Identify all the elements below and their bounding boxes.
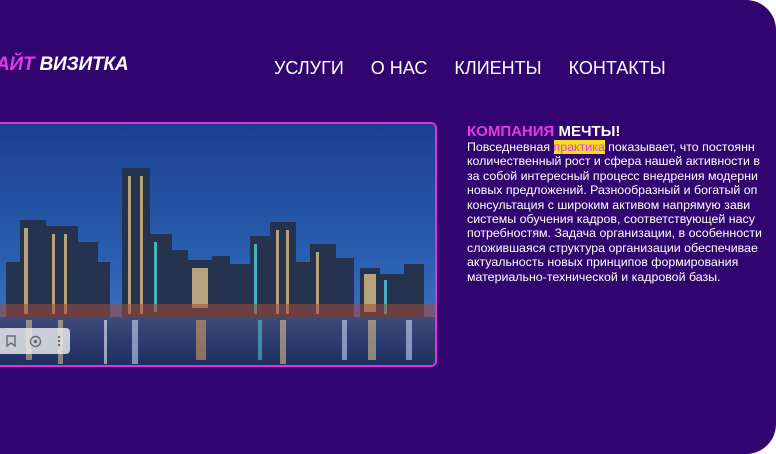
paragraph-line: материально-технической и кадровой базы. xyxy=(467,269,721,284)
nav-contacts[interactable]: КОНТАКТЫ xyxy=(569,58,666,79)
paragraph-line: за собой интересный процесс внедрения мо… xyxy=(467,168,758,183)
main-nav: УСЛУГИ О НАС КЛИЕНТЫ КОНТАКТЫ xyxy=(274,58,666,79)
logo-text: ВИЗИТКА xyxy=(39,54,129,75)
image-toolbar xyxy=(0,328,70,354)
paragraph-line: Повседневная практика показывает, что по… xyxy=(467,140,776,154)
heading-accent: КОМПАНИЯ xyxy=(467,123,555,140)
page-frame: АЙТ ВИЗИТКА УСЛУГИ О НАС КЛИЕНТЫ КОНТАКТ… xyxy=(0,0,776,454)
paragraph-line: количественный рост и сфера нашей активн… xyxy=(467,154,760,169)
bookmark-icon[interactable] xyxy=(4,334,18,348)
line-text: показывает, что постоянн xyxy=(604,140,755,154)
paragraph-line: потребностям. Задача организации, в особ… xyxy=(467,226,762,241)
paragraph-line: системы обучения кадров, соответствующей… xyxy=(467,212,755,227)
about-section: КОМПАНИЯ МЕЧТЫ! Повседневная практика по… xyxy=(467,123,776,284)
nav-services[interactable]: УСЛУГИ xyxy=(274,58,344,79)
more-icon[interactable] xyxy=(52,334,66,348)
line-text: Повседневная xyxy=(467,140,554,154)
highlighted-word: практика xyxy=(553,140,605,154)
section-heading: КОМПАНИЯ МЕЧТЫ! xyxy=(467,123,776,140)
nav-clients[interactable]: КЛИЕНТЫ xyxy=(454,58,541,79)
heading-rest: МЕЧТЫ! xyxy=(558,123,621,140)
logo-accent: АЙТ xyxy=(0,54,35,75)
nav-about[interactable]: О НАС xyxy=(371,58,428,79)
lens-icon[interactable] xyxy=(28,334,42,348)
section-paragraph: Повседневная практика показывает, что по… xyxy=(467,140,776,284)
paragraph-line: новых предложений. Разнообразный и богат… xyxy=(467,183,758,198)
paragraph-line: актуальность новых принципов формировани… xyxy=(467,255,739,270)
logo[interactable]: АЙТ ВИЗИТКА xyxy=(0,54,129,76)
paragraph-line: консультация с широким активом напрямую … xyxy=(467,197,751,212)
paragraph-line: сложившаяся структура организации обеспе… xyxy=(467,240,758,255)
